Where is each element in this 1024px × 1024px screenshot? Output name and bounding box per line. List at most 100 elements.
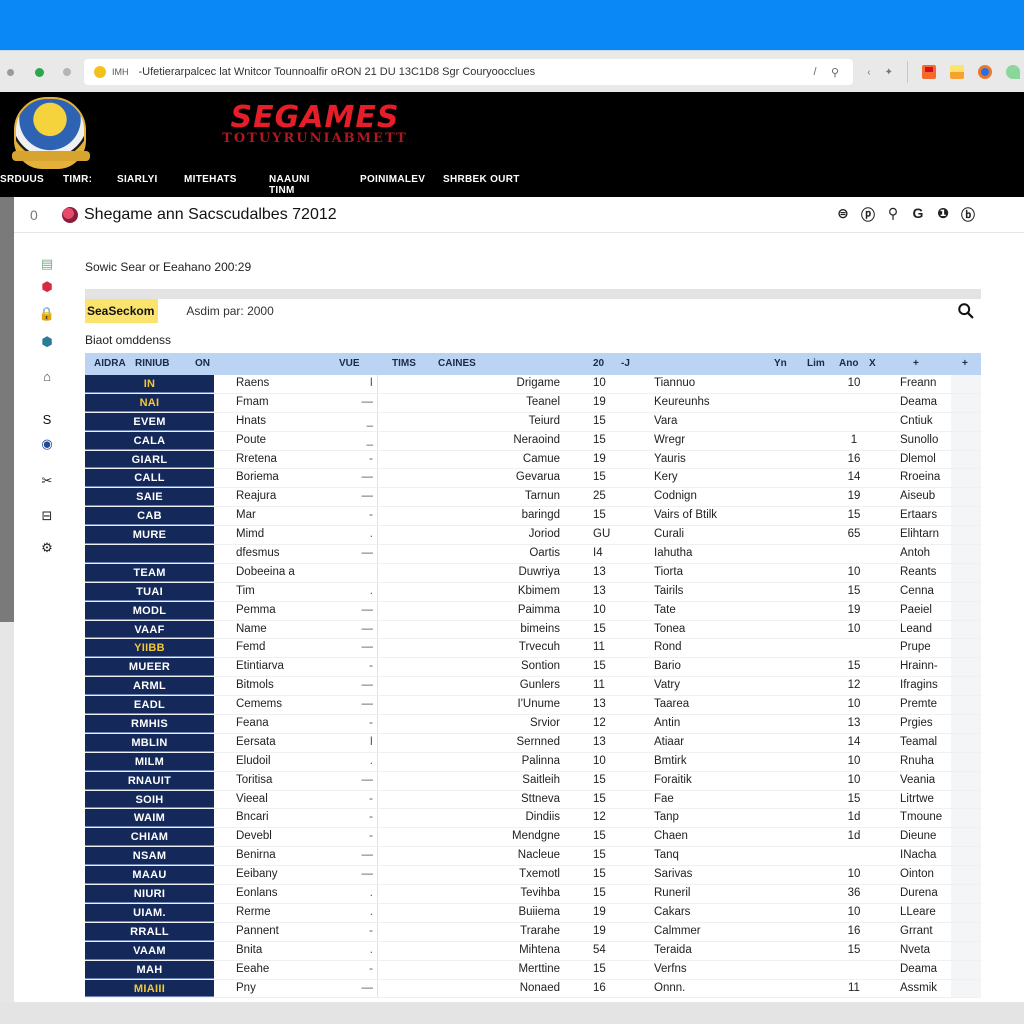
address-bar[interactable]: IMH -Ufetierarpalcec lat Wnitcor Tounnoa… xyxy=(84,59,853,85)
team-code[interactable]: MAAU xyxy=(85,866,214,885)
col-header[interactable]: 20 xyxy=(593,358,604,369)
team-code[interactable]: NSAM xyxy=(85,847,214,866)
settings-icon[interactable]: ⚙ xyxy=(38,539,56,557)
table-row[interactable]: GIARL Rretena - Camue 19 Yauris 16 Dlemol xyxy=(85,450,981,470)
lock-badge-icon[interactable]: 🔒 xyxy=(38,305,56,323)
url-text[interactable]: -Ufetierarpalcec lat Wnitcor Tounnoalfir… xyxy=(139,66,806,78)
table-row[interactable]: MBLIN Eersata I Sernned 13 Atiaar 14 Teamal xyxy=(85,733,981,753)
col-header[interactable]: X xyxy=(869,358,876,369)
table-row[interactable]: TUAI Tim. Kbimem 13 Tairils 15 Cenna xyxy=(85,582,981,602)
table-row[interactable]: VAAF Name — bimeins 15 Tonea 10 Leand xyxy=(85,620,981,640)
col-header[interactable]: CAINES xyxy=(438,358,476,369)
team-code[interactable]: SOIH xyxy=(85,790,214,809)
doc-icon[interactable]: ▤ xyxy=(38,255,56,273)
team-code[interactable]: TUAI xyxy=(85,582,214,601)
team-code[interactable]: MAH xyxy=(85,960,214,979)
table-row[interactable]: NIURI Eonlans. Tevihba 15 Runeril 36 Durena xyxy=(85,885,981,904)
table-row[interactable]: CAB Mar - baringd 15 Vairs of Btilk 15 Ertaars xyxy=(85,507,981,527)
team-code[interactable]: MILM xyxy=(85,752,214,771)
table-row[interactable]: MIAIII Pny — Nonaed 16 Onnn. 11 Assmik xyxy=(85,979,981,999)
team-code[interactable]: SAIE xyxy=(85,488,214,507)
tools-icon[interactable]: ✂ xyxy=(38,472,56,490)
table-row[interactable]: NSAM Benirna — Nacleue 15 Tanq INacha xyxy=(85,847,981,867)
table-row[interactable]: ARML Bitmols — Gunlers 11 Vatry 12 Ifragins xyxy=(85,677,981,697)
team-code[interactable]: TEAM xyxy=(85,563,214,582)
season-tag[interactable]: SeaSeckom xyxy=(85,299,159,323)
team-code[interactable]: EVEM xyxy=(85,412,214,431)
team-code[interactable]: NIURI xyxy=(85,885,214,903)
help-icon[interactable]: ⓟ xyxy=(860,205,876,225)
nav-item-6[interactable]: SHRBEK OURT xyxy=(443,174,533,185)
team-code[interactable]: RNAUIT xyxy=(85,771,214,790)
table-row[interactable]: UIAM. Rerme. Buiiema 19 Cakars 10 LLeare xyxy=(85,903,981,923)
team-code[interactable]: CALL xyxy=(85,469,214,488)
bookmark-icon[interactable]: ⚲ xyxy=(825,66,845,79)
nav-item-0[interactable]: SRDUUS xyxy=(0,174,44,185)
back-icon[interactable] xyxy=(7,69,14,76)
search-icon[interactable] xyxy=(957,302,975,320)
col-header[interactable]: Ano xyxy=(839,358,858,369)
team-code[interactable]: MIAIII xyxy=(85,979,214,998)
user-icon[interactable]: ❶ xyxy=(935,205,951,225)
team-code[interactable]: RMHIS xyxy=(85,715,214,733)
team-code[interactable]: EADL xyxy=(85,696,214,715)
nav-item-3[interactable]: MITEHATS xyxy=(184,174,237,185)
nav-item-5[interactable]: POINIMALEV xyxy=(360,174,425,185)
table-row[interactable]: dfesmus — Oartis I4 Iahutha Antoh xyxy=(85,545,981,564)
table-row[interactable]: EADL Cemems — I'Unume 13 Taarea 10 Premte xyxy=(85,696,981,716)
badge-icon[interactable]: ⓑ xyxy=(960,205,976,225)
table-row[interactable]: VAAM Bnita. Mihtena 54 Teraida 15 Nveta xyxy=(85,941,981,961)
table-row[interactable]: MAAU Eeibany — Txemotl 15 Sarivas 10 Ointon xyxy=(85,866,981,886)
col-header[interactable]: -J xyxy=(621,358,630,369)
table-row[interactable]: MUEER Etintiarva - Sontion 15 Bario 15 Hrainn- xyxy=(85,658,981,678)
table-row[interactable]: TEAM Dobeeina a Duwriya 13 Tiorta 10 Reants xyxy=(85,563,981,583)
table-row[interactable]: MILM Eludoil. Palinna 10 Bmtirk 10 Rnuha xyxy=(85,752,981,772)
yellow-extension-icon[interactable] xyxy=(950,65,964,79)
download-icon[interactable]: ✦ xyxy=(885,67,893,78)
team-code[interactable]: MBLIN xyxy=(85,733,214,752)
pin-icon[interactable]: ⚲ xyxy=(885,205,901,225)
team-code[interactable]: CHIAM xyxy=(85,828,214,847)
green-extension-icon[interactable] xyxy=(1006,65,1020,79)
col-header[interactable]: + xyxy=(962,358,968,369)
table-row[interactable]: CHIAM Devebl - Mendgne 15 Chaen 1d Dieune xyxy=(85,828,981,848)
team-code[interactable]: MUEER xyxy=(85,658,214,677)
team-code[interactable]: CAB xyxy=(85,507,214,526)
team-code[interactable]: CALA xyxy=(85,431,214,450)
col-header[interactable]: AIDRA xyxy=(94,358,126,369)
s-icon[interactable]: S xyxy=(38,410,56,428)
table-row[interactable]: CALL Boriema — Gevarua 15 Kery 14 Rroeina xyxy=(85,469,981,489)
chevron-icon[interactable]: ‹ xyxy=(867,67,870,78)
table-row[interactable]: NAI Fmam — Teanel 19 Keureunhs Deama xyxy=(85,393,981,413)
team-code[interactable]: GIARL xyxy=(85,450,214,469)
col-header[interactable]: TIMS xyxy=(392,358,416,369)
col-header[interactable]: RINIUB xyxy=(135,358,169,369)
nav-item-4[interactable]: NAAUNI TINM xyxy=(269,174,310,196)
edit-icon[interactable]: / xyxy=(805,66,825,78)
table-row[interactable]: WAIM Bncari - Dindiis 12 Tanp 1d Tmoune xyxy=(85,809,981,829)
table-row[interactable]: YIIBB Femd — Trvecuh 11 Rond Prupe xyxy=(85,639,981,659)
col-header[interactable]: VUE xyxy=(339,358,360,369)
table-row[interactable]: CALA Poute _ Neraoind 15 Wregr 1 Sunollo xyxy=(85,431,981,451)
team-code[interactable]: MURE xyxy=(85,526,214,545)
team-code[interactable]: NAI xyxy=(85,393,214,412)
table-row[interactable]: SOIH Vieeal - Sttneva 15 Fae 15 Litrtwe xyxy=(85,790,981,810)
list-icon[interactable]: ⊜ xyxy=(835,205,851,225)
col-header[interactable]: ON xyxy=(195,358,210,369)
table-row[interactable]: RNAUIT Toritisa — Saitleih 15 Foraitik 10 Veani… xyxy=(85,771,981,791)
team-code[interactable]: RRALL xyxy=(85,922,214,941)
home-icon[interactable]: ⌂ xyxy=(38,367,56,385)
team-code[interactable]: MODL xyxy=(85,601,214,620)
nav-item-2[interactable]: SIARLYI xyxy=(117,174,158,185)
table-row[interactable]: SAIE Reajura — Tarnun 25 Codnign 19 Aiseub xyxy=(85,488,981,508)
table-row[interactable]: MAH Eeahe - Merttine 15 Verfns Deama xyxy=(85,960,981,980)
table-row[interactable]: MODL Pemma — Paimma 10 Tate 19 Paeiel xyxy=(85,601,981,621)
col-header[interactable]: + xyxy=(913,358,919,369)
team-code[interactable]: UIAM. xyxy=(85,903,214,922)
team-code[interactable]: IN xyxy=(85,375,214,393)
g-icon[interactable]: G xyxy=(910,205,926,225)
team-code[interactable] xyxy=(85,545,214,563)
team-code[interactable]: WAIM xyxy=(85,809,214,828)
status-dot-icon[interactable] xyxy=(35,68,44,77)
table-row[interactable]: RRALL Pannent - Trarahe 19 Calmmer 16 Grrant xyxy=(85,922,981,942)
